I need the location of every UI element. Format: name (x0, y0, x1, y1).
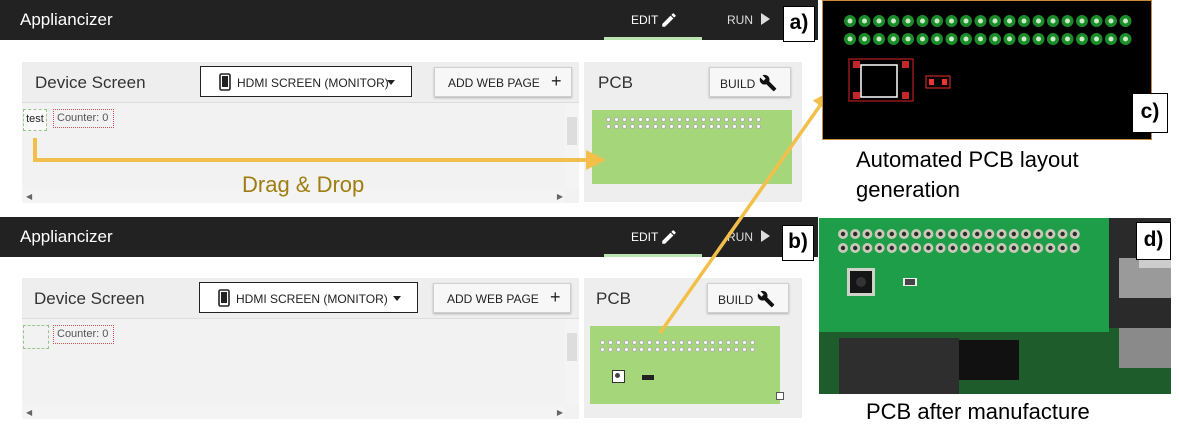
layout-arrow (658, 91, 831, 335)
layout-pad-hole (1094, 36, 1099, 42)
layout-pad-hole (992, 18, 998, 24)
layout-pad-hole (978, 36, 983, 42)
layout-pad-hole (963, 18, 969, 24)
layout-pad-hole (862, 18, 867, 24)
layout-pad-hole (920, 36, 925, 42)
layout-pad-hole (1108, 36, 1114, 42)
layout-pad-hole (1036, 18, 1041, 24)
solder-pad-hole (1060, 245, 1065, 251)
drag-drop-label: Drag & Drop (242, 172, 365, 197)
layout-pad-hole (978, 18, 983, 24)
solder-pad-hole (999, 245, 1004, 251)
layout-pad-hole (1007, 18, 1012, 24)
layout-pad-hole (876, 36, 882, 42)
layout-pad-hole (992, 36, 998, 42)
caption-c-line2: generation (856, 177, 960, 202)
solder-pad-hole (1060, 231, 1065, 237)
solder-pad-hole (889, 245, 894, 251)
solder-pad-hole (1011, 245, 1016, 251)
solder-pad-hole (853, 231, 858, 237)
solder-pad-hole (962, 245, 968, 251)
solder-pad-hole (889, 231, 894, 237)
layout-pad-hole (1065, 36, 1070, 42)
badge-b: b) (782, 225, 814, 261)
solder-pad-hole (853, 245, 858, 251)
layout-pad-hole (949, 18, 954, 24)
layout-pad-hole (1021, 36, 1027, 42)
layout-pad-hole (862, 36, 867, 42)
solder-pad-hole (938, 245, 943, 251)
layout-pad-hole (876, 18, 882, 24)
solder-pad-hole (975, 245, 980, 251)
layout-pad-hole (905, 36, 911, 42)
pcb-layout-render (844, 15, 1132, 102)
layout-pad-hole (1079, 36, 1085, 42)
layout-pad-hole (1094, 18, 1099, 24)
badge-d: d) (1136, 222, 1171, 260)
solder-pad-hole (1023, 231, 1029, 237)
solder-pad-hole (901, 231, 907, 237)
layout-pad-hole (1123, 18, 1128, 24)
solder-pad-hole (1023, 245, 1029, 251)
solder-pad-hole (1036, 245, 1041, 251)
caption-d: PCB after manufacture (866, 399, 1090, 424)
layout-pad-hole (847, 36, 853, 42)
layout-pad-hole (949, 36, 954, 42)
layout-pad-hole (1050, 36, 1056, 42)
layout-pad-hole (1123, 36, 1128, 42)
solder-pad-hole (926, 245, 931, 251)
badge-c: c) (1132, 93, 1168, 133)
layout-pad-hole (847, 18, 853, 24)
pcb-photo-illustration (819, 218, 1171, 394)
layout-pad-hole (905, 18, 911, 24)
solder-pad-hole (840, 231, 846, 237)
solder-pad-hole (914, 245, 919, 251)
layout-pad-hole (920, 18, 925, 24)
solder-pad-hole (877, 231, 882, 237)
solder-pad-hole (865, 245, 870, 251)
layout-pad-hole (1108, 18, 1114, 24)
solder-pad-hole (865, 231, 870, 237)
solder-pad-hole (1011, 231, 1016, 237)
solder-pad-hole (901, 245, 907, 251)
layout-pad-hole (963, 36, 969, 42)
layout-pad-hole (1021, 18, 1027, 24)
solder-pad-hole (840, 245, 846, 251)
solder-pad-hole (975, 231, 980, 237)
solder-pad-hole (1048, 231, 1053, 237)
layout-pad-hole (891, 18, 896, 24)
layout-pad-hole (1050, 18, 1056, 24)
solder-pad-hole (987, 231, 992, 237)
solder-pad-hole (1072, 231, 1077, 237)
solder-pad-hole (1036, 231, 1041, 237)
solder-pad-hole (914, 231, 919, 237)
solder-pad-hole (926, 231, 931, 237)
layout-pad-hole (934, 18, 940, 24)
layout-pad-hole (934, 36, 940, 42)
badge-a: a) (783, 6, 815, 42)
solder-pad-hole (877, 245, 882, 251)
pcb-layout-panel (822, 0, 1152, 140)
solder-pad-hole (950, 245, 955, 251)
solder-pad-hole (1048, 245, 1053, 251)
solder-pad-hole (962, 231, 968, 237)
caption-c-line1: Automated PCB layout (856, 147, 1079, 172)
layout-pad-hole (891, 36, 896, 42)
solder-pad-hole (950, 231, 955, 237)
manufactured-pcb-photo (819, 218, 1171, 394)
solder-pad-hole (938, 231, 943, 237)
layout-pad-hole (1079, 18, 1085, 24)
solder-pad-hole (1072, 245, 1077, 251)
layout-pad-hole (1065, 18, 1070, 24)
solder-pad-hole (999, 231, 1004, 237)
solder-pad-hole (987, 245, 992, 251)
drag-drop-arrow (33, 138, 606, 170)
layout-pad-hole (1036, 36, 1041, 42)
layout-pad-hole (1007, 36, 1012, 42)
